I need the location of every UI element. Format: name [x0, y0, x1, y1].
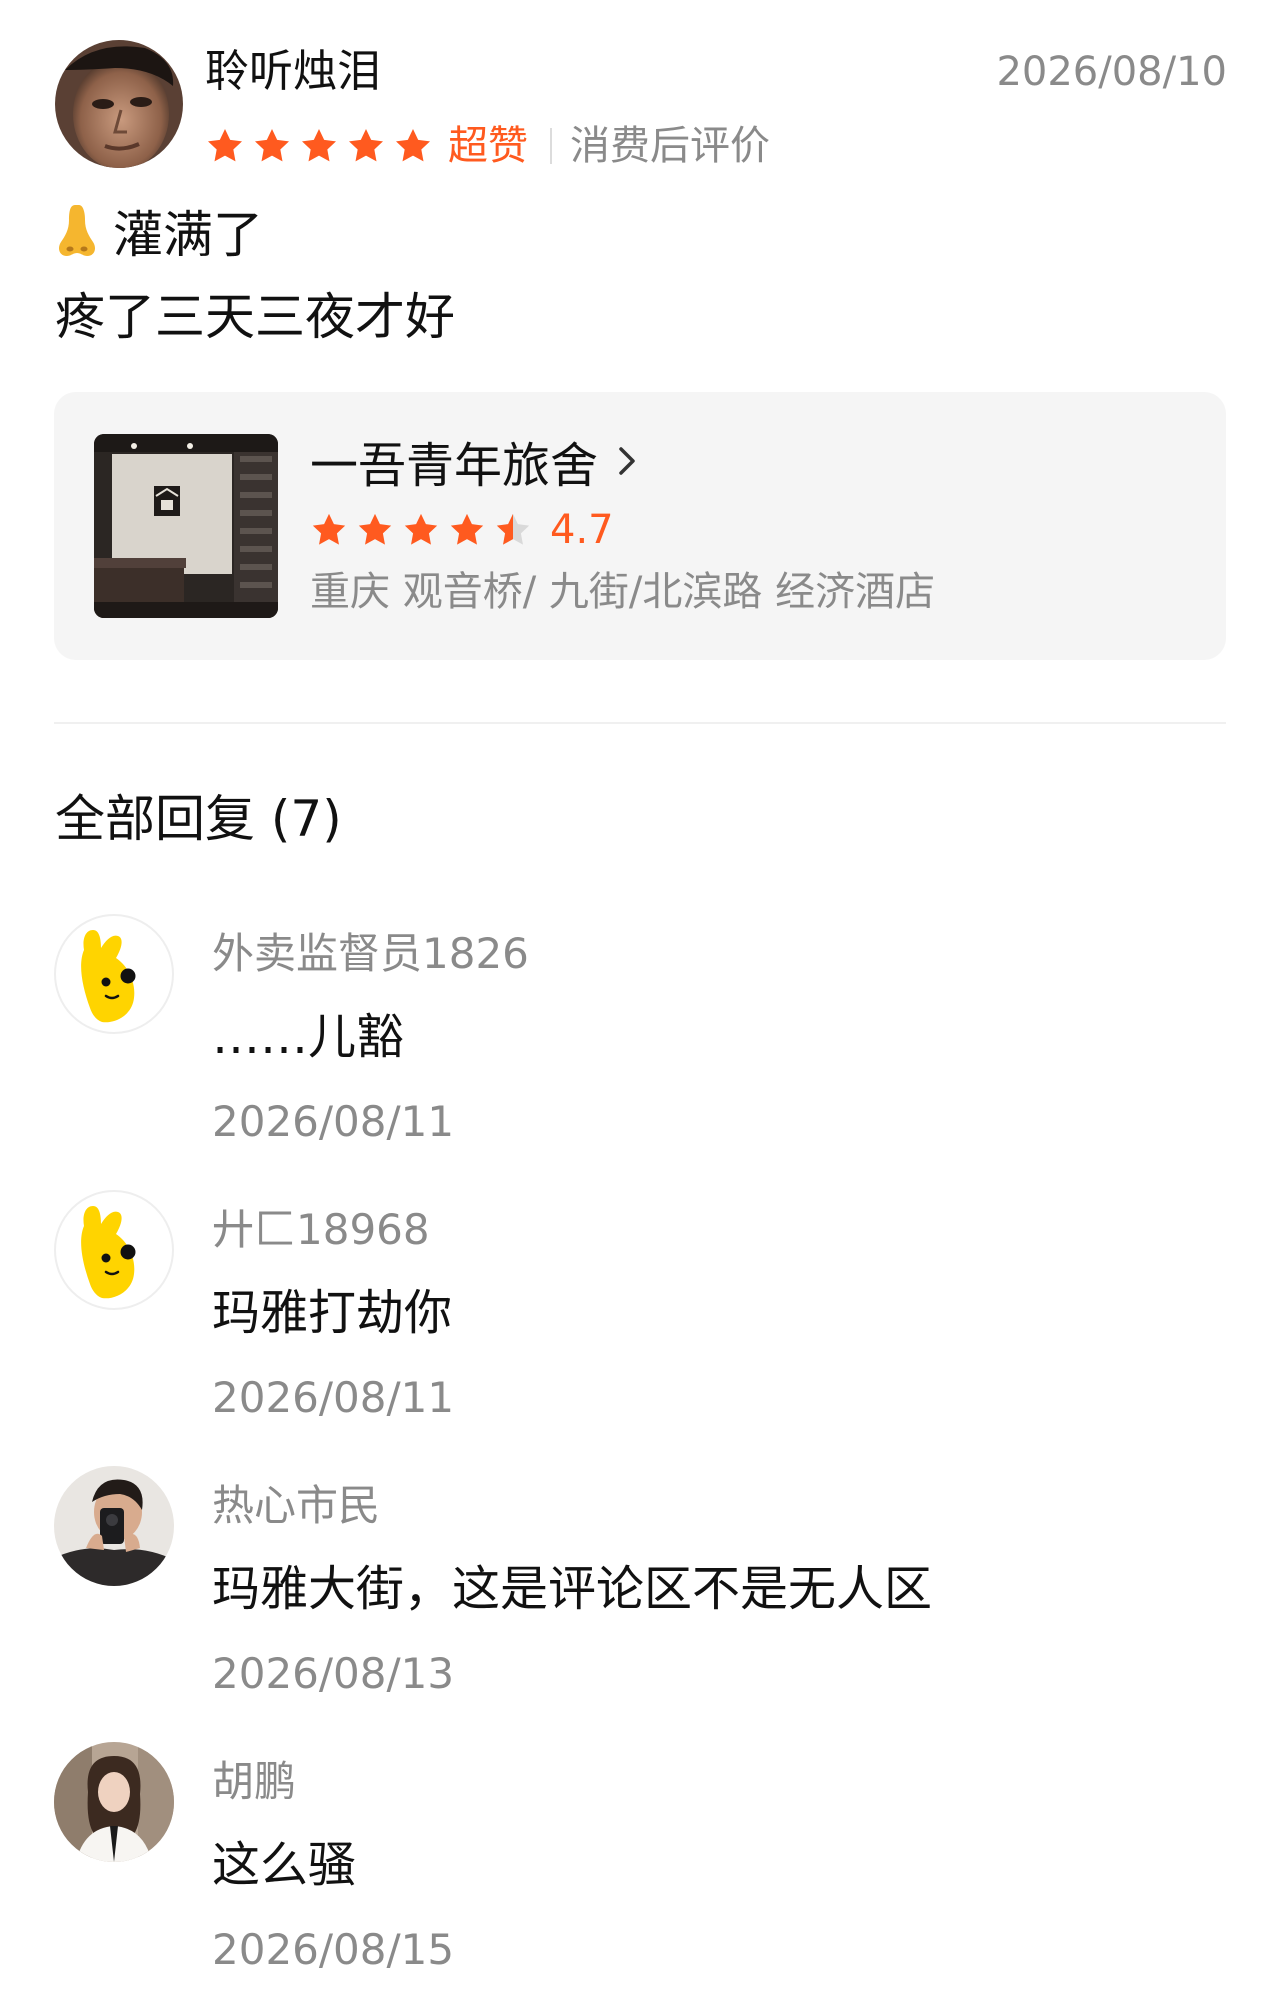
- star-icon: [404, 513, 438, 545]
- nose-icon: [59, 205, 95, 256]
- review-rating: 超赞 消费后评价: [205, 118, 770, 174]
- shop-rating: 4.7: [310, 502, 614, 558]
- star-icon: [208, 129, 242, 162]
- review-stars: [205, 126, 440, 166]
- star-icon: [255, 129, 289, 162]
- reply-avatar[interactable]: [54, 1190, 174, 1310]
- reply-date: 2026/08/11: [212, 1097, 455, 1146]
- shop-score: 4.7: [550, 507, 614, 553]
- chevron-right-icon: [619, 447, 635, 475]
- reviewer-name[interactable]: 聆听烛泪: [205, 42, 381, 102]
- reply-text: 这么骚: [212, 1837, 357, 1893]
- reply-text: ……儿豁: [212, 1009, 405, 1065]
- shop-location: 重庆 观音桥/ 九街/北滨路 经济酒店: [310, 569, 936, 615]
- review-date: 2026/08/10: [996, 49, 1227, 95]
- reply-author[interactable]: 热心市民: [212, 1478, 380, 1534]
- reply-author[interactable]: 胡鹏: [212, 1754, 296, 1810]
- star-icon: [396, 129, 430, 162]
- shop-thumbnail: [94, 434, 278, 618]
- shop-name[interactable]: 一吾青年旅舍: [310, 426, 598, 496]
- reviewer-avatar[interactable]: [55, 40, 183, 168]
- reply-date: 2026/08/11: [212, 1373, 455, 1422]
- review-text-line2: 疼了三天三夜才好: [55, 288, 455, 346]
- star-icon: [358, 513, 392, 545]
- rating-note: 消费后评价: [570, 123, 770, 169]
- star-icon: [312, 513, 346, 545]
- review-text-line1: 灌满了: [55, 196, 263, 266]
- shop-card[interactable]: 一吾青年旅舍 4.7 重庆 观音桥/ 九街/北滨路 经济酒店: [54, 392, 1226, 660]
- reply-author[interactable]: 外卖监督员1826: [212, 926, 529, 982]
- star-icon: [349, 129, 383, 162]
- reply-avatar[interactable]: [54, 1742, 174, 1862]
- star-icon: [450, 513, 484, 545]
- reply-author[interactable]: 廾匚18968: [212, 1202, 430, 1258]
- star-icon: [302, 129, 336, 162]
- shop-name-link[interactable]: 一吾青年旅舍: [310, 426, 640, 496]
- reply-date: 2026/08/13: [212, 1649, 455, 1698]
- rating-label: 超赞: [448, 123, 528, 169]
- section-divider: [54, 722, 1226, 724]
- reply-text: 玛雅打劫你: [212, 1285, 453, 1341]
- rating-divider: [550, 128, 552, 164]
- replies-heading: 全部回复 (7): [55, 790, 342, 848]
- half-star-icon: [496, 513, 530, 545]
- reply-avatar[interactable]: [54, 1466, 174, 1586]
- reply-date: 2026/08/15: [212, 1925, 455, 1974]
- reply-avatar[interactable]: [54, 914, 174, 1034]
- review-text-main: 灌满了: [113, 206, 263, 264]
- reply-text: 玛雅大街，这是评论区不是无人区: [212, 1561, 933, 1617]
